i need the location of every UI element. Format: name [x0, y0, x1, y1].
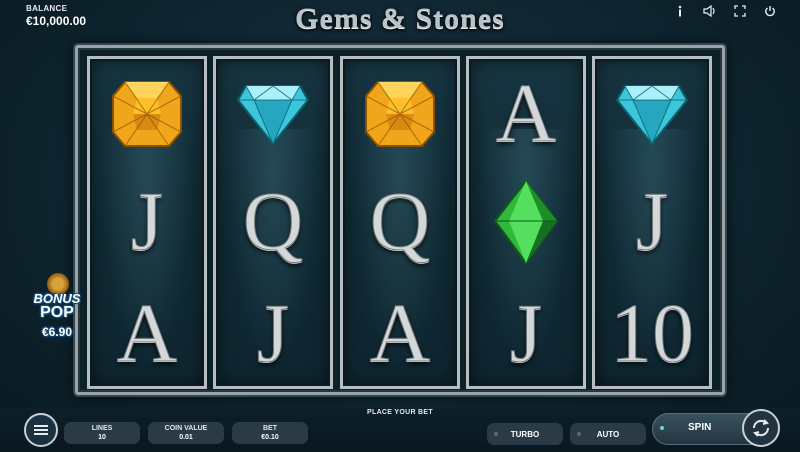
reel-1-symbol-3: A [90, 281, 204, 386]
menu-button[interactable] [24, 413, 58, 447]
reel-frame: J A Q J Q A A J J 10 [75, 45, 725, 395]
blue-gem-icon [216, 61, 330, 166]
hamburger-icon [34, 429, 48, 431]
symbol-letter: J [130, 174, 164, 268]
coin-value-label: COIN VALUE [164, 425, 208, 432]
reel-2: Q J [213, 56, 333, 389]
reel-2-symbol-3: J [216, 281, 330, 386]
blue-gem-icon [595, 61, 709, 166]
info-icon[interactable] [672, 3, 688, 19]
symbol-letter: 10 [610, 286, 695, 380]
reel-5-symbol-2: J [595, 169, 709, 274]
sound-icon[interactable] [702, 3, 718, 19]
toggle-indicator [494, 432, 498, 436]
bet-value: €0.10 [261, 434, 279, 441]
symbol-letter: J [635, 174, 669, 268]
symbol-letter: A [116, 286, 178, 380]
turbo-label: TURBO [510, 429, 540, 439]
spin-label: SPIN [688, 422, 712, 433]
reel-4-symbol-3: J [469, 281, 583, 386]
reel-3-symbol-2: Q [343, 169, 457, 274]
bet-label: BET [263, 425, 277, 432]
yellow-gem-icon [90, 61, 204, 166]
auto-label: AUTO [596, 429, 620, 439]
green-gem-icon [469, 169, 583, 274]
reel-4: A J [466, 56, 586, 389]
lines-value: 10 [98, 434, 106, 441]
reel-1: J A [87, 56, 207, 389]
bonus-amount: €6.90 [41, 325, 73, 339]
reel-3-symbol-3: A [343, 281, 457, 386]
lines-label: LINES [91, 425, 113, 432]
reel-5-symbol-3: 10 [595, 281, 709, 386]
coin-value-selector[interactable]: COIN VALUE 0.01 [148, 422, 224, 444]
yellow-gem-icon [343, 61, 457, 166]
power-icon[interactable] [762, 3, 778, 19]
symbol-letter: A [369, 286, 431, 380]
bonus-pop-badge[interactable]: BONUS POP €6.90 [26, 273, 88, 353]
coin-value-value: 0.01 [179, 434, 193, 441]
reel-2-symbol-2: Q [216, 169, 330, 274]
pop-word: POP [40, 304, 74, 321]
turbo-toggle[interactable]: TURBO [487, 423, 563, 445]
toggle-indicator [577, 432, 581, 436]
top-icons [672, 3, 778, 19]
symbol-letter: Q [369, 174, 431, 268]
spin-arrows-icon[interactable] [742, 409, 780, 447]
symbol-letter: Q [242, 174, 304, 268]
symbol-letter: J [509, 286, 543, 380]
reel-5: J 10 [592, 56, 712, 389]
spin-indicator [660, 426, 664, 430]
reel-3: Q A [340, 56, 460, 389]
lines-selector[interactable]: LINES 10 [64, 422, 140, 444]
symbol-letter: J [256, 286, 290, 380]
auto-toggle[interactable]: AUTO [570, 423, 646, 445]
bet-selector[interactable]: BET €0.10 [232, 422, 308, 444]
reel-1-symbol-2: J [90, 169, 204, 274]
symbol-letter: A [495, 66, 557, 160]
spin-button[interactable]: SPIN [652, 409, 780, 447]
fullscreen-icon[interactable] [732, 3, 748, 19]
reel-4-symbol-1: A [469, 61, 583, 166]
